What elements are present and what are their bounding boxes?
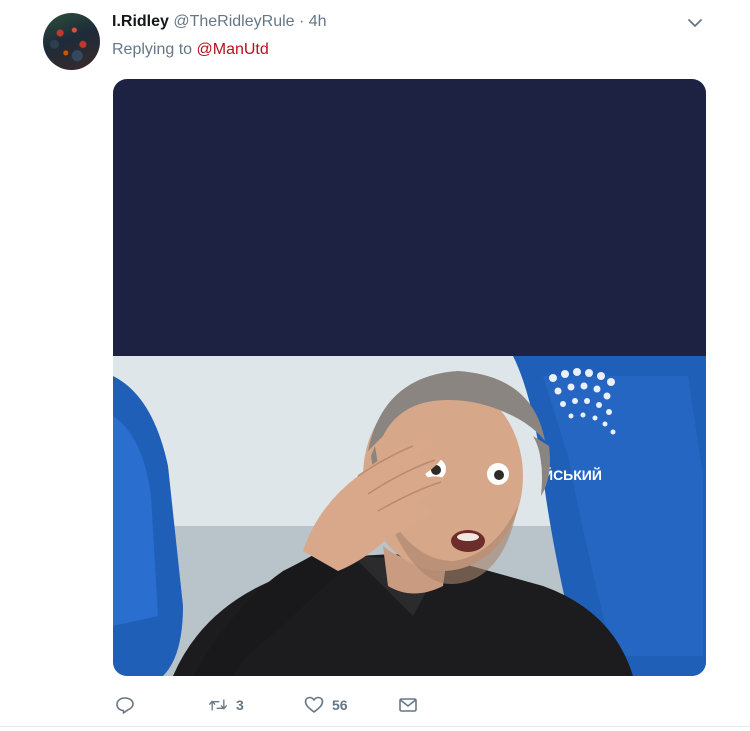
mention-link[interactable]: @ManUtd xyxy=(197,41,269,58)
tweet: I.Ridley @TheRidleyRule · 4h Replying to… xyxy=(0,0,750,731)
avatar[interactable] xyxy=(43,13,100,70)
replying-to-label: Replying to xyxy=(112,41,193,58)
like-button[interactable]: 56 xyxy=(304,690,348,720)
media-photo: ЙСЬКИЙ xyxy=(113,356,706,676)
retweet-icon xyxy=(209,699,227,711)
reply-icon xyxy=(116,697,134,714)
retweet-button[interactable]: 3 xyxy=(208,690,244,720)
direct-message-button[interactable] xyxy=(398,690,418,720)
replying-to: Replying to @ManUtd xyxy=(112,40,269,60)
reply-button[interactable] xyxy=(115,690,135,720)
tweet-media[interactable]: ЙСЬКИЙ xyxy=(113,79,706,676)
like-count: 56 xyxy=(332,697,348,713)
heart-icon xyxy=(304,696,324,713)
chevron-down-icon[interactable] xyxy=(686,14,704,32)
user-handle[interactable]: @TheRidleyRule xyxy=(173,13,294,30)
tweet-header: I.Ridley @TheRidleyRule · 4h xyxy=(112,12,327,32)
display-name[interactable]: I.Ridley xyxy=(112,13,169,30)
divider xyxy=(0,726,750,727)
timestamp[interactable]: 4h xyxy=(309,13,327,30)
tweet-actions: 3 56 xyxy=(0,690,750,720)
separator-dot: · xyxy=(299,13,305,30)
stadium-text: ЙСЬКИЙ xyxy=(543,466,602,483)
retweet-count: 3 xyxy=(236,697,244,713)
envelope-icon xyxy=(399,698,417,712)
